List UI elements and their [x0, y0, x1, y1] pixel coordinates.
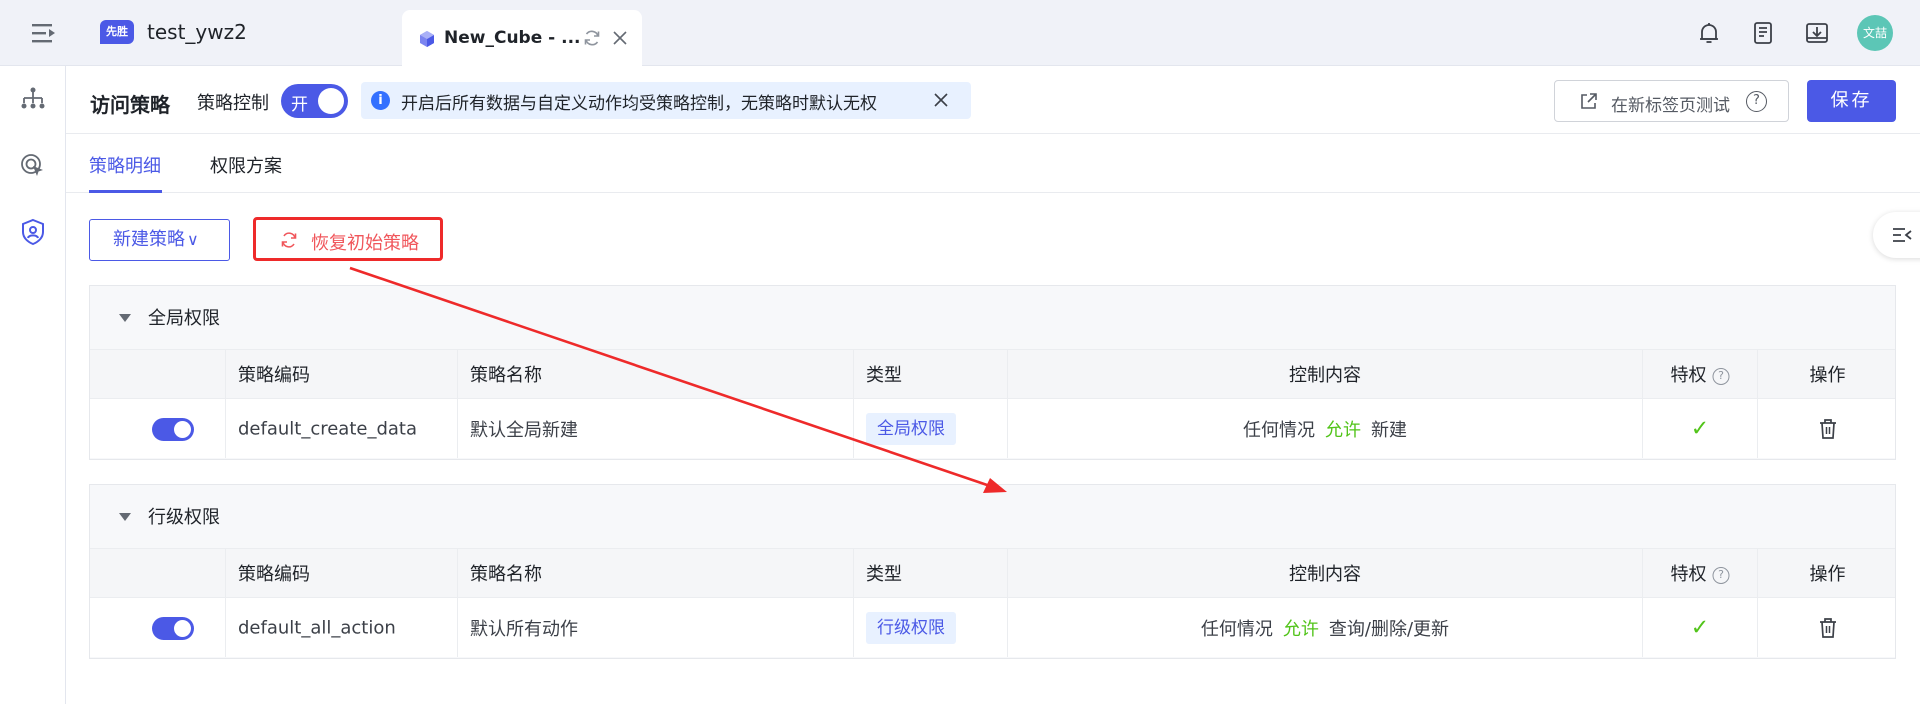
header-cell-content: 控制内容 [1007, 549, 1642, 597]
cell-toggle [90, 399, 225, 458]
header-cell-name: 策略名称 [457, 350, 853, 398]
check-icon: ✓ [1690, 615, 1710, 640]
cube-icon [418, 30, 436, 48]
refresh-icon [280, 231, 298, 249]
test-in-new-tab-button[interactable]: 在新标签页测试 ? [1554, 80, 1789, 122]
close-icon[interactable] [610, 28, 630, 48]
brand-badge: 先胜 [100, 20, 134, 44]
new-policy-label: 新建策略 [113, 229, 185, 250]
info-icon: i [371, 91, 390, 110]
header-cell-content: 控制内容 [1007, 350, 1642, 398]
policy-enable-toggle[interactable] [152, 617, 194, 640]
cell-ops [1757, 598, 1897, 657]
cell-code: default_create_data [225, 399, 457, 458]
tab-title: New_Cube - ... [444, 28, 581, 48]
test-in-new-tab-label: 在新标签页测试 [1611, 96, 1730, 116]
header-cell-privilege: 特权? [1642, 350, 1757, 398]
tab-new-cube[interactable]: New_Cube - ... [402, 10, 642, 67]
cell-content: 任何情况 允许 新建 [1007, 399, 1642, 458]
trash-icon[interactable] [1818, 418, 1838, 440]
restore-default-policy-button[interactable]: 恢复初始策略 [253, 217, 443, 261]
header-cell-code: 策略编码 [225, 549, 457, 597]
group-header[interactable]: 全局权限 [90, 286, 1895, 349]
policy-group-global: 全局权限 策略编码 策略名称 类型 控制内容 特权? 操作 default_cr… [89, 285, 1896, 460]
policy-control-toggle[interactable]: 开 [281, 84, 348, 118]
app-name[interactable]: test_ywz2 [147, 20, 247, 44]
cell-privilege: ✓ [1642, 399, 1757, 458]
download-icon[interactable] [1804, 20, 1830, 46]
type-tag: 全局权限 [866, 413, 956, 445]
info-banner: i 开启后所有数据与自定义动作均受策略控制，无策略时默认无权 [361, 82, 971, 119]
hierarchy-icon[interactable] [19, 84, 47, 112]
table-row: default_create_data 默认全局新建 全局权限 任何情况 允许 新建… [90, 398, 1895, 458]
help-icon[interactable]: ? [1712, 566, 1730, 584]
bell-icon[interactable] [1696, 20, 1722, 46]
active-tab-indicator [89, 190, 162, 193]
cell-type: 行级权限 [853, 598, 1007, 657]
policy-control-label: 策略控制 [197, 93, 269, 114]
help-icon[interactable]: ? [1712, 367, 1730, 385]
cell-type: 全局权限 [853, 399, 1007, 458]
close-icon[interactable] [931, 90, 951, 110]
header-cell-name: 策略名称 [457, 549, 853, 597]
cell-toggle [90, 598, 225, 657]
header-cell-type: 类型 [853, 549, 1007, 597]
info-banner-text: 开启后所有数据与自定义动作均受策略控制，无策略时默认无权 [401, 94, 877, 114]
side-panel-toggle[interactable] [1873, 212, 1920, 258]
group-header[interactable]: 行级权限 [90, 485, 1895, 548]
cell-privilege: ✓ [1642, 598, 1757, 657]
caret-down-icon[interactable] [119, 513, 131, 521]
top-bar: 先胜 test_ywz2 New_Cube - ... 文喆 [0, 0, 1920, 67]
target-click-icon[interactable] [19, 152, 47, 180]
caret-down-icon[interactable] [119, 314, 131, 322]
document-icon[interactable] [1750, 20, 1776, 46]
toggle-state-label: 开 [291, 95, 308, 115]
tab-permission-schemes[interactable]: 权限方案 [210, 152, 282, 178]
header-cell-privilege: 特权? [1642, 549, 1757, 597]
header-cell-ops: 操作 [1757, 350, 1897, 398]
divider [66, 192, 1920, 193]
divider [66, 133, 1920, 134]
external-link-icon [1579, 92, 1598, 111]
type-tag: 行级权限 [866, 612, 956, 644]
menu-toggle-icon[interactable] [30, 22, 58, 44]
trash-icon[interactable] [1818, 617, 1838, 639]
header-cell-ops: 操作 [1757, 549, 1897, 597]
page-title: 访问策略 [90, 93, 170, 117]
group-title: 全局权限 [148, 308, 220, 329]
avatar[interactable]: 文喆 [1857, 15, 1893, 51]
header-cell-toggle [90, 350, 225, 398]
shield-user-icon[interactable] [19, 218, 47, 246]
header-cell-type: 类型 [853, 350, 1007, 398]
cell-content: 任何情况 允许 查询/删除/更新 [1007, 598, 1642, 657]
header-cell-toggle [90, 549, 225, 597]
cell-code: default_all_action [225, 598, 457, 657]
new-policy-button[interactable]: 新建策略 ∨ [89, 219, 230, 261]
chevron-down-icon: ∨ [187, 230, 199, 249]
cell-name: 默认所有动作 [457, 598, 853, 657]
table-header: 策略编码 策略名称 类型 控制内容 特权? 操作 [90, 548, 1895, 597]
toggle-knob [318, 88, 344, 114]
policy-enable-toggle[interactable] [152, 418, 194, 441]
help-icon[interactable]: ? [1746, 91, 1767, 112]
list-collapse-icon [1893, 228, 1912, 242]
check-icon: ✓ [1690, 416, 1710, 441]
policy-group-row-level: 行级权限 策略编码 策略名称 类型 控制内容 特权? 操作 default_al… [89, 484, 1896, 659]
restore-default-policy-label: 恢复初始策略 [311, 233, 419, 254]
header-cell-code: 策略编码 [225, 350, 457, 398]
save-button[interactable]: 保存 [1807, 80, 1896, 122]
left-rail [0, 66, 66, 704]
table-row: default_all_action 默认所有动作 行级权限 任何情况 允许 查询/… [90, 597, 1895, 657]
cell-ops [1757, 399, 1897, 458]
group-title: 行级权限 [148, 507, 220, 528]
tab-policy-details[interactable]: 策略明细 [89, 152, 161, 178]
refresh-icon[interactable] [582, 28, 602, 48]
cell-name: 默认全局新建 [457, 399, 853, 458]
table-header: 策略编码 策略名称 类型 控制内容 特权? 操作 [90, 349, 1895, 398]
